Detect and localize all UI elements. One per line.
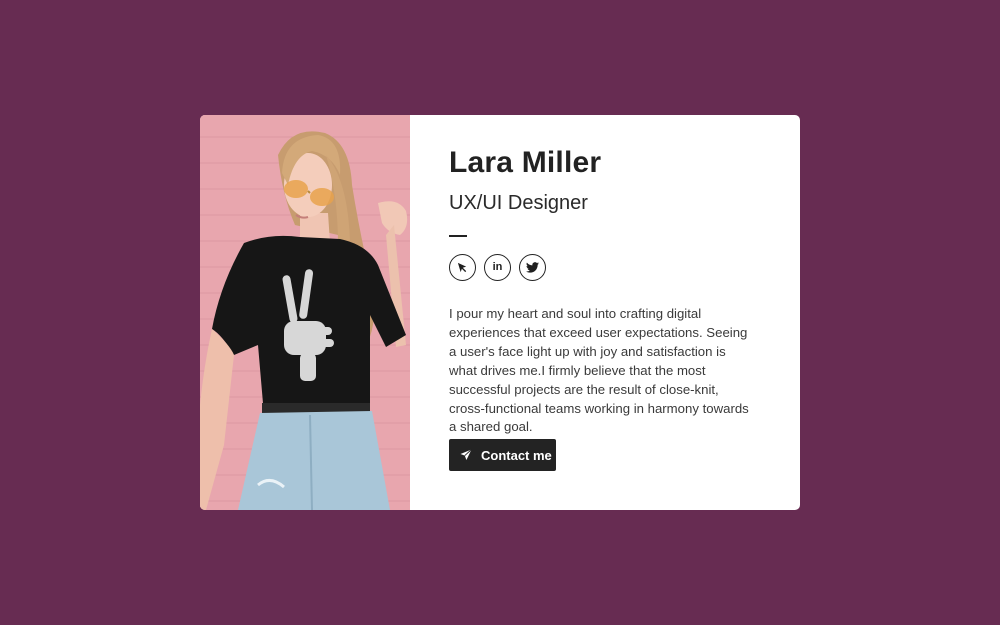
linkedin-icon: in: [492, 261, 503, 273]
profile-name: Lara Miller: [449, 146, 602, 179]
profile-content: Lara Miller UX/UI Designer in I pour my …: [410, 115, 800, 510]
profile-role: UX/UI Designer: [449, 192, 588, 214]
twitter-icon: [526, 262, 539, 273]
profile-card: Lara Miller UX/UI Designer in I pour my …: [200, 115, 800, 510]
profile-photo: [200, 115, 410, 510]
contact-me-label: Contact me: [481, 447, 552, 463]
website-link[interactable]: [449, 254, 476, 281]
twitter-link[interactable]: [519, 254, 546, 281]
send-icon: [460, 449, 472, 461]
divider: [449, 235, 467, 237]
social-links: in: [449, 254, 546, 281]
linkedin-link[interactable]: in: [484, 254, 511, 281]
cursor-icon: [457, 262, 468, 273]
profile-bio: I pour my heart and soul into crafting d…: [449, 306, 749, 435]
contact-me-button[interactable]: Contact me: [449, 439, 556, 471]
